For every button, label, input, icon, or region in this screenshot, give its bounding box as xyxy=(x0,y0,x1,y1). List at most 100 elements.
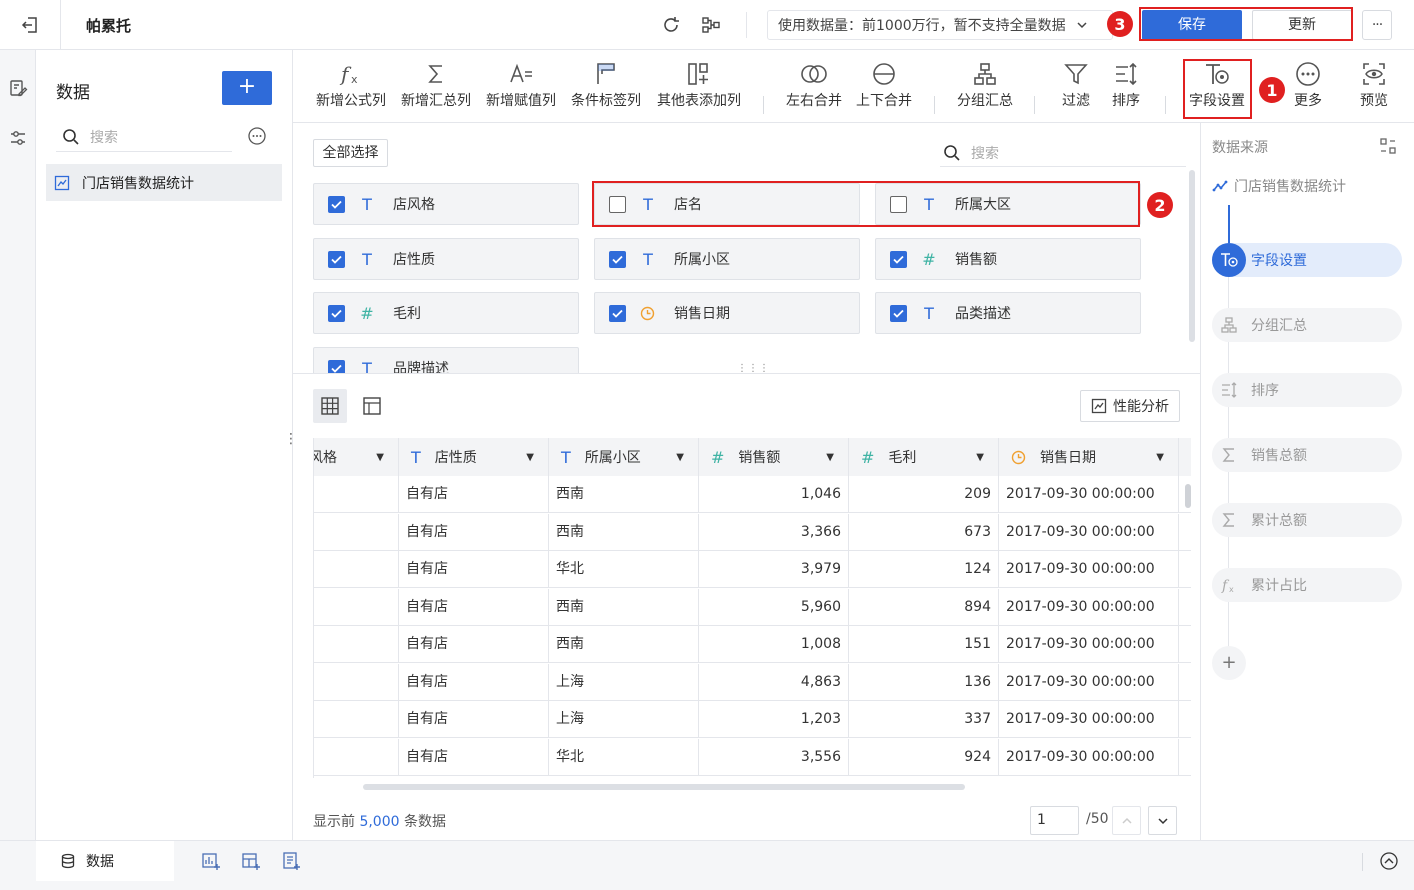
add-report-icon[interactable] xyxy=(281,851,301,871)
caret-down-icon[interactable]: ▼ xyxy=(676,452,684,463)
caret-down-icon[interactable]: ▼ xyxy=(1156,452,1164,463)
caret-down-icon[interactable]: ▼ xyxy=(376,452,384,463)
column-header[interactable]: # 毛利 ▼ xyxy=(849,438,999,476)
add-chart-icon[interactable] xyxy=(201,851,221,871)
flow-step-sales-total[interactable]: 销售总额 xyxy=(1212,438,1402,472)
table-cell: 上海 xyxy=(549,701,699,738)
page-number-input[interactable]: 1 xyxy=(1030,806,1079,835)
preview-table: 风格 ▼ T 店性质 ▼ T 所属小区 ▼ # 销售额 ▼ # 毛利 ▼ 销售日… xyxy=(313,438,1191,778)
database-icon xyxy=(60,853,76,869)
more-button[interactable]: ··· xyxy=(1362,10,1392,40)
flow-step-sort[interactable]: 排序 xyxy=(1212,373,1402,407)
data-tab[interactable]: 数据 xyxy=(36,841,174,881)
group-summary-button[interactable]: 分组汇总 xyxy=(953,58,1017,118)
sort-button[interactable]: 排序 xyxy=(1104,58,1148,118)
merge-left-right-button[interactable]: 左右合并 xyxy=(782,58,846,118)
filter-button[interactable]: 过滤 xyxy=(1054,58,1098,118)
field-item[interactable]: T 所属小区 xyxy=(594,238,860,280)
field-item[interactable]: # 毛利 xyxy=(313,292,579,334)
horizontal-scrollbar[interactable] xyxy=(363,784,965,790)
field-search[interactable]: 搜索 xyxy=(940,140,1186,167)
collapse-handle-icon[interactable]: ⋮ xyxy=(284,432,298,446)
column-header[interactable]: T 店性质 ▼ xyxy=(399,438,549,476)
field-item[interactable]: 销售日期 xyxy=(594,292,860,334)
prev-page-button[interactable] xyxy=(1112,806,1141,835)
caret-down-icon[interactable]: ▼ xyxy=(826,452,834,463)
field-item[interactable]: T 品类描述 xyxy=(875,292,1141,334)
table-cell: 1,046 xyxy=(699,476,849,513)
data-usage-select[interactable]: 使用数据量：前1000万行，暂不支持全量数据 xyxy=(767,10,1113,40)
more-tools-button[interactable]: 更多 xyxy=(1286,58,1330,118)
column-header[interactable]: 风格 ▼ xyxy=(314,438,399,476)
checkbox-checked[interactable] xyxy=(609,304,626,322)
checkbox-checked[interactable] xyxy=(328,359,345,373)
sort-icon xyxy=(1212,373,1246,407)
field-item[interactable]: # 销售额 xyxy=(875,238,1141,280)
group-icon xyxy=(953,58,1017,90)
flow-step-field-settings[interactable]: 字段设置 xyxy=(1212,243,1402,277)
add-formula-column-button[interactable]: fx 新增公式列 xyxy=(312,58,390,118)
merge-top-bottom-button[interactable]: 上下合并 xyxy=(852,58,916,118)
data-edit-icon[interactable] xyxy=(8,78,28,98)
checkbox-checked[interactable] xyxy=(890,304,907,322)
flow-step-cumulative-total[interactable]: 累计总额 xyxy=(1212,503,1402,537)
select-all-button[interactable]: 全部选择 xyxy=(313,139,388,167)
field-scrollbar[interactable] xyxy=(1189,170,1195,342)
flow-source[interactable]: 门店销售数据统计 xyxy=(1212,171,1408,201)
table-cell: 3,556 xyxy=(699,738,849,776)
table-cell: 2017-09-30 00:00:00 xyxy=(999,738,1179,776)
add-column-from-table-button[interactable]: 其他表添加列 xyxy=(652,58,746,118)
checkbox-checked[interactable] xyxy=(328,195,345,213)
text-type-icon: T xyxy=(561,447,571,467)
collapse-up-icon[interactable] xyxy=(1379,851,1399,871)
perf-analysis-button[interactable]: 性能分析 xyxy=(1080,390,1180,422)
checkbox-checked[interactable] xyxy=(328,250,345,268)
preview-button[interactable]: 预览 xyxy=(1352,58,1396,118)
toolbar-label: 左右合并 xyxy=(786,93,842,109)
checkbox-checked[interactable] xyxy=(328,304,345,322)
toolbar-label: 分组汇总 xyxy=(957,93,1013,109)
column-label: 销售额 xyxy=(738,450,781,466)
caret-down-icon[interactable]: ▼ xyxy=(526,452,534,463)
add-dashboard-icon[interactable] xyxy=(241,851,261,871)
add-assign-column-button[interactable]: 新增赋值列 xyxy=(482,58,560,118)
flag-icon xyxy=(567,58,645,90)
column-header[interactable]: # 销售额 ▼ xyxy=(699,438,849,476)
flow-step-cumulative-ratio[interactable]: fx 累计占比 xyxy=(1212,568,1402,602)
column-header[interactable]: T 所属小区 ▼ xyxy=(549,438,699,476)
data-list-item[interactable]: 门店销售数据统计 xyxy=(46,164,282,201)
sigma-icon xyxy=(1212,503,1246,537)
flow-step-group[interactable]: 分组汇总 xyxy=(1212,308,1402,342)
resize-handle-icon[interactable]: ⋮⋮⋮ xyxy=(737,364,770,374)
layout-view-button[interactable] xyxy=(355,389,389,423)
switch-view-icon[interactable] xyxy=(1379,137,1397,155)
chevron-down-icon xyxy=(1076,19,1088,31)
more-options-icon[interactable] xyxy=(247,126,267,146)
column-label: 所属小区 xyxy=(584,450,641,466)
table-cell: 上海 xyxy=(549,663,699,701)
checkbox-checked[interactable] xyxy=(890,250,907,268)
next-page-button[interactable] xyxy=(1148,806,1177,835)
checkbox-checked[interactable] xyxy=(609,250,626,268)
flow-line-active xyxy=(1228,205,1230,247)
caret-down-icon[interactable]: ▼ xyxy=(976,452,984,463)
field-item[interactable]: T 店性质 xyxy=(313,238,579,280)
column-header[interactable] xyxy=(1179,438,1191,476)
condition-tag-column-button[interactable]: 条件标签列 xyxy=(567,58,645,118)
lineage-icon[interactable] xyxy=(700,14,722,36)
table-cell xyxy=(314,588,399,626)
add-step-button[interactable]: + xyxy=(1212,646,1246,680)
add-data-button[interactable]: + xyxy=(222,71,272,105)
column-header[interactable]: 销售日期 ▼ xyxy=(999,438,1179,476)
table-cell: 自有店 xyxy=(399,738,549,776)
vertical-scrollbar[interactable] xyxy=(1185,484,1191,508)
field-item[interactable]: T 店风格 xyxy=(313,183,579,225)
field-item[interactable]: T 品牌描述 xyxy=(313,347,579,373)
add-summary-column-button[interactable]: 新增汇总列 xyxy=(397,58,475,118)
merge-lr-icon xyxy=(782,58,846,90)
data-search[interactable]: 搜索 xyxy=(56,122,232,152)
exit-icon[interactable] xyxy=(20,15,40,35)
refresh-icon[interactable] xyxy=(660,14,682,36)
grid-view-button[interactable] xyxy=(313,389,347,423)
sliders-icon[interactable] xyxy=(8,128,28,148)
